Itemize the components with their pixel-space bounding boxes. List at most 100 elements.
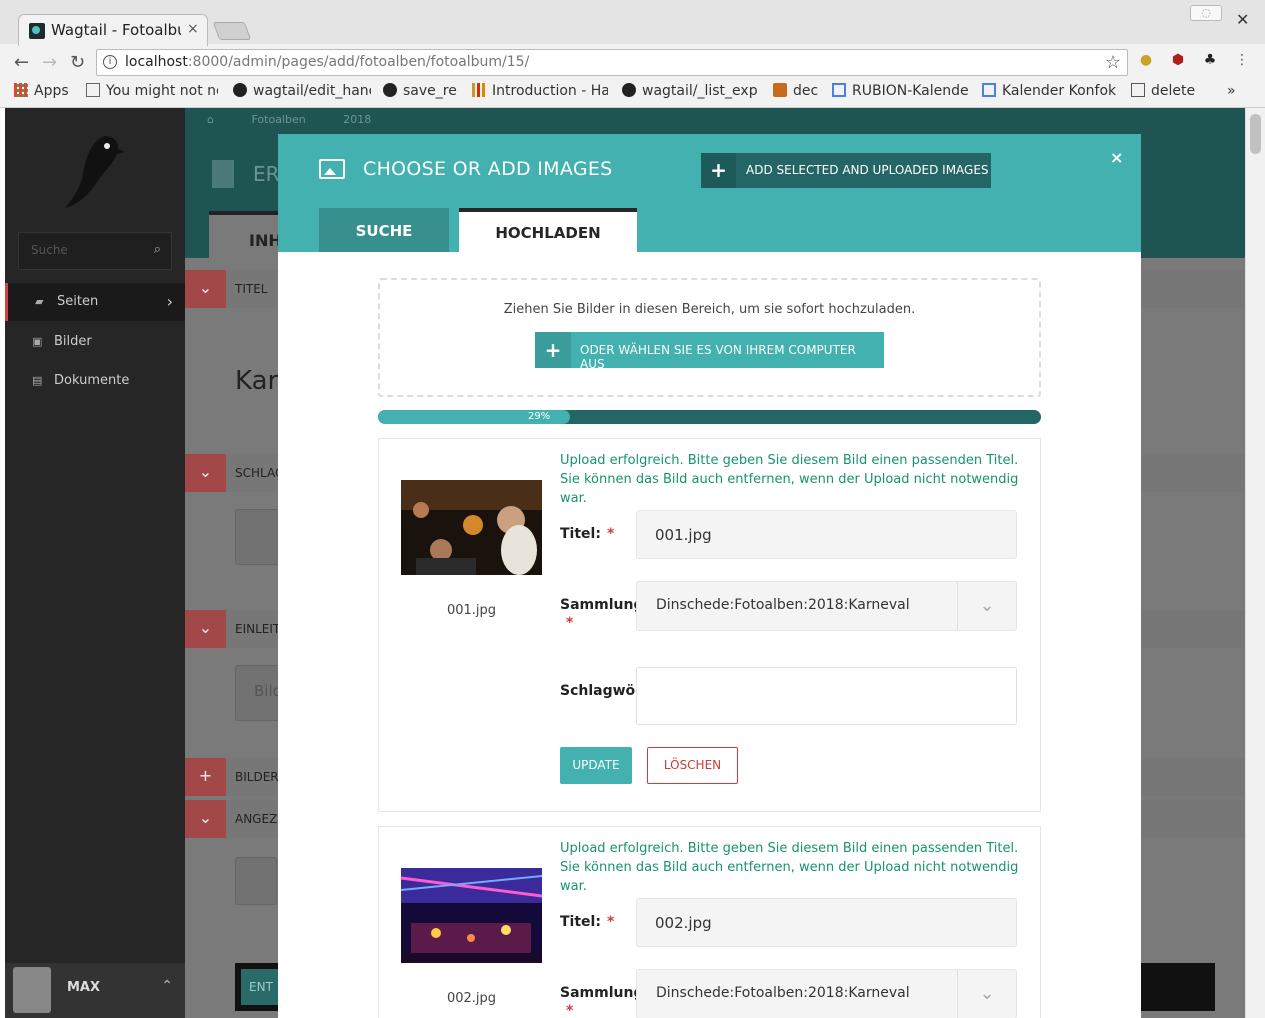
required-marker: * bbox=[566, 1003, 574, 1018]
profile-icon[interactable]: ◌ bbox=[1190, 5, 1222, 21]
collapse-button[interactable]: ⌄ bbox=[185, 800, 226, 838]
chevron-up-icon: ⌃ bbox=[161, 978, 173, 994]
tab-close-icon[interactable]: × bbox=[187, 21, 199, 37]
back-arrow-icon[interactable]: ← bbox=[14, 52, 29, 73]
bookmark-item[interactable]: wagtail/edit_hanc bbox=[233, 83, 371, 99]
choose-file-button[interactable]: + ODER WÄHLEN SIE ES VON IHREM COMPUTER … bbox=[535, 332, 884, 371]
collapse-button[interactable]: ⌄ bbox=[185, 610, 226, 648]
bookmark-item[interactable]: wagtail/_list_exp bbox=[622, 83, 759, 99]
tags-input[interactable] bbox=[636, 667, 1017, 725]
delete-button[interactable]: LÖSCHEN bbox=[647, 747, 738, 784]
url-text: localhost:8000/admin/pages/add/fotoalben… bbox=[125, 54, 530, 70]
sidebar-item-label: Bilder bbox=[54, 334, 92, 349]
user-name: MAX bbox=[67, 980, 101, 995]
image-icon: ▣ bbox=[32, 335, 43, 348]
chevron-right-icon: › bbox=[166, 292, 173, 311]
calendar-g-icon bbox=[832, 83, 846, 97]
add-button[interactable]: + bbox=[185, 758, 226, 796]
breadcrumb-item[interactable]: 2018 bbox=[343, 113, 371, 126]
image-thumbnail[interactable] bbox=[401, 868, 542, 963]
add-selected-button[interactable]: + ADD SELECTED AND UPLOADED IMAGES bbox=[701, 153, 991, 188]
title-label: Titel: * bbox=[560, 526, 615, 542]
book-icon bbox=[1131, 83, 1145, 97]
bookmark-item[interactable]: You might not ne bbox=[86, 83, 218, 99]
avatar bbox=[13, 967, 51, 1013]
chart-icon bbox=[472, 83, 486, 97]
lightbulb-extension-icon[interactable]: ● bbox=[1137, 52, 1155, 70]
document-icon: ▤ bbox=[32, 374, 43, 387]
collapse-button[interactable]: ⌄ bbox=[185, 454, 226, 492]
update-button[interactable]: UPDATE bbox=[560, 747, 632, 784]
bookmark-item[interactable]: delete bbox=[1131, 83, 1201, 99]
success-message: Upload erfolgreich. Bitte geben Sie dies… bbox=[560, 453, 1019, 506]
bookmark-item[interactable]: save_re bbox=[383, 83, 463, 99]
upload-progress-bar: 29% bbox=[378, 410, 1041, 424]
sidebar-item-bilder[interactable]: ▣ Bilder bbox=[5, 323, 185, 361]
tab-hochladen[interactable]: HOCHLADEN bbox=[459, 208, 637, 252]
title-input[interactable] bbox=[636, 898, 1017, 947]
calendar-icon[interactable] bbox=[235, 857, 277, 905]
bookmarks-bar: Apps You might not ne wagtail/edit_hanc … bbox=[0, 80, 1265, 106]
sidebar-search-input[interactable]: Suche ⌕ bbox=[18, 232, 172, 270]
collection-select[interactable]: Dinschede:Fotoalben:2018:Karneval ⌄ bbox=[636, 969, 1017, 1018]
document-icon bbox=[212, 160, 234, 188]
bookmark-item[interactable]: dec bbox=[773, 83, 821, 99]
browser-tab[interactable]: Wagtail - Fotoalbum × bbox=[18, 14, 208, 46]
bookmark-item[interactable]: Kalender Konfok bbox=[982, 83, 1117, 99]
panel-label: TITEL bbox=[235, 282, 268, 296]
panel-label: BILDER bbox=[235, 770, 279, 784]
selected-value: Dinschede:Fotoalben:2018:Karneval bbox=[656, 597, 910, 613]
menu-kebab-icon[interactable]: ⋮ bbox=[1233, 52, 1251, 70]
search-placeholder: Suche bbox=[31, 243, 68, 257]
collapse-button[interactable]: ⌄ bbox=[185, 270, 226, 308]
tab-inhalt[interactable]: INH bbox=[209, 211, 289, 258]
microscope-icon bbox=[773, 83, 787, 97]
modal-title: CHOOSE OR ADD IMAGES bbox=[363, 158, 613, 180]
wagtail-logo-icon[interactable] bbox=[57, 130, 127, 210]
gnome-extension-icon[interactable]: ♣ bbox=[1201, 52, 1219, 70]
button-label: ODER WÄHLEN SIE ES VON IHREM COMPUTER AU… bbox=[580, 343, 856, 371]
reload-icon[interactable]: ↻ bbox=[70, 52, 85, 73]
sidebar-item-label: Seiten bbox=[57, 294, 99, 309]
home-icon[interactable]: ⌂ bbox=[207, 113, 214, 126]
new-tab-button[interactable] bbox=[212, 22, 252, 40]
window-close-icon[interactable]: ✕ bbox=[1236, 10, 1249, 29]
plus-icon: + bbox=[701, 153, 736, 188]
sidebar-item-seiten[interactable]: ▰ Seiten › bbox=[5, 283, 185, 321]
info-icon[interactable]: i bbox=[103, 55, 117, 69]
save-draft-button[interactable]: ENT bbox=[241, 969, 281, 1005]
title-input[interactable] bbox=[636, 510, 1017, 559]
search-icon[interactable]: ⌕ bbox=[154, 242, 161, 257]
sidebar-item-dokumente[interactable]: ▤ Dokumente bbox=[5, 362, 185, 400]
bookmark-item[interactable]: Introduction - Ha bbox=[472, 83, 608, 99]
ublock-extension-icon[interactable]: ⬢ bbox=[1169, 52, 1187, 70]
page-icon bbox=[86, 83, 100, 97]
bookmark-apps[interactable]: Apps bbox=[14, 83, 74, 99]
image-thumbnail[interactable] bbox=[401, 480, 542, 575]
bookmarks-overflow-icon[interactable]: » bbox=[1227, 83, 1247, 99]
breadcrumb: ⌂ Fotoalben 2018 bbox=[207, 113, 405, 126]
image-filename: 002.jpg bbox=[446, 991, 497, 1006]
breadcrumb-item[interactable]: Fotoalben bbox=[251, 113, 305, 126]
collection-select[interactable]: Dinschede:Fotoalben:2018:Karneval ⌄ bbox=[636, 581, 1017, 631]
bookmark-item[interactable]: RUBION-Kalende bbox=[832, 83, 970, 99]
success-message: Upload erfolgreich. Bitte geben Sie dies… bbox=[560, 841, 1019, 894]
user-menu[interactable]: MAX ⌃ bbox=[5, 963, 185, 1018]
scrollbar-thumb[interactable] bbox=[1250, 114, 1261, 154]
calendar-g-icon bbox=[982, 83, 996, 97]
forward-arrow-icon[interactable]: → bbox=[42, 52, 57, 73]
upload-item: 002.jpg Upload erfolgreich. Bitte geben … bbox=[378, 826, 1041, 1018]
github-icon bbox=[233, 83, 247, 97]
address-bar[interactable]: i localhost:8000/admin/pages/add/fotoalb… bbox=[96, 49, 1128, 76]
tags-label: Schlagwörter: bbox=[560, 683, 636, 699]
bookmark-star-icon[interactable]: ☆ bbox=[1105, 52, 1121, 73]
scrollbar[interactable] bbox=[1245, 108, 1265, 1018]
panel-label: SCHLAG bbox=[235, 466, 285, 480]
wagtail-favicon-icon bbox=[29, 23, 45, 39]
tab-suche[interactable]: SUCHE bbox=[319, 208, 449, 252]
image-filename: 001.jpg bbox=[446, 603, 497, 618]
browser-chrome: Wagtail - Fotoalbum × ◌ ✕ ← → ↻ i localh… bbox=[0, 0, 1265, 108]
upload-dropzone[interactable]: Ziehen Sie Bilder in diesen Bereich, um … bbox=[378, 278, 1041, 397]
close-icon[interactable]: × bbox=[1110, 148, 1123, 167]
chevron-down-icon: ⌄ bbox=[957, 970, 1016, 1018]
